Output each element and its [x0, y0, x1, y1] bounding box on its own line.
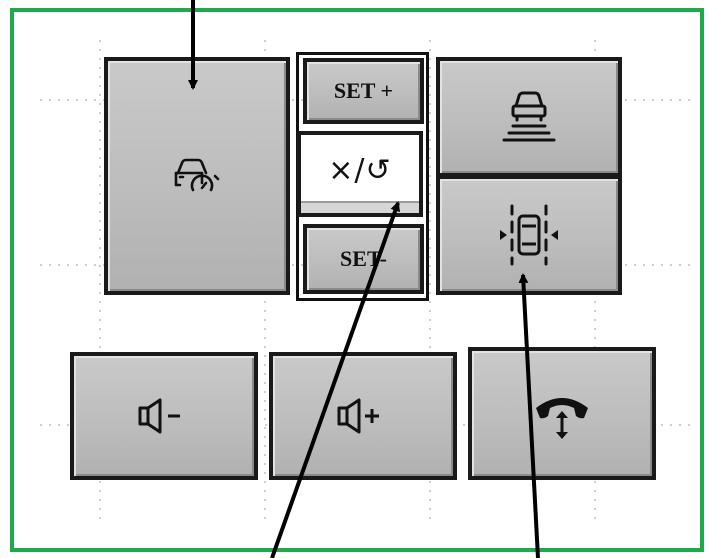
phone-call-icon [536, 397, 588, 439]
lane-keep-assist-icon [500, 204, 558, 266]
phone-button[interactable] [468, 347, 656, 480]
following-distance-icon [502, 91, 556, 142]
set-plus-button[interactable]: SET + [303, 58, 424, 124]
cruise-control-icon [174, 158, 220, 192]
cancel-resume-button[interactable]: ×/↺ [297, 131, 423, 217]
volume-down-icon [138, 398, 180, 434]
cruise-control-button[interactable] [104, 57, 290, 295]
volume-up-icon [337, 398, 379, 434]
volume-down-button[interactable] [70, 352, 258, 480]
set-plus-label: SET + [333, 78, 394, 103]
set-minus-button[interactable]: SET- [303, 224, 424, 294]
distance-button[interactable] [436, 57, 622, 177]
set-minus-label: SET- [340, 246, 387, 271]
cancel-resume-label: ×/↺ [328, 152, 392, 188]
lane-assist-button[interactable] [436, 175, 622, 295]
volume-up-button[interactable] [269, 352, 457, 480]
